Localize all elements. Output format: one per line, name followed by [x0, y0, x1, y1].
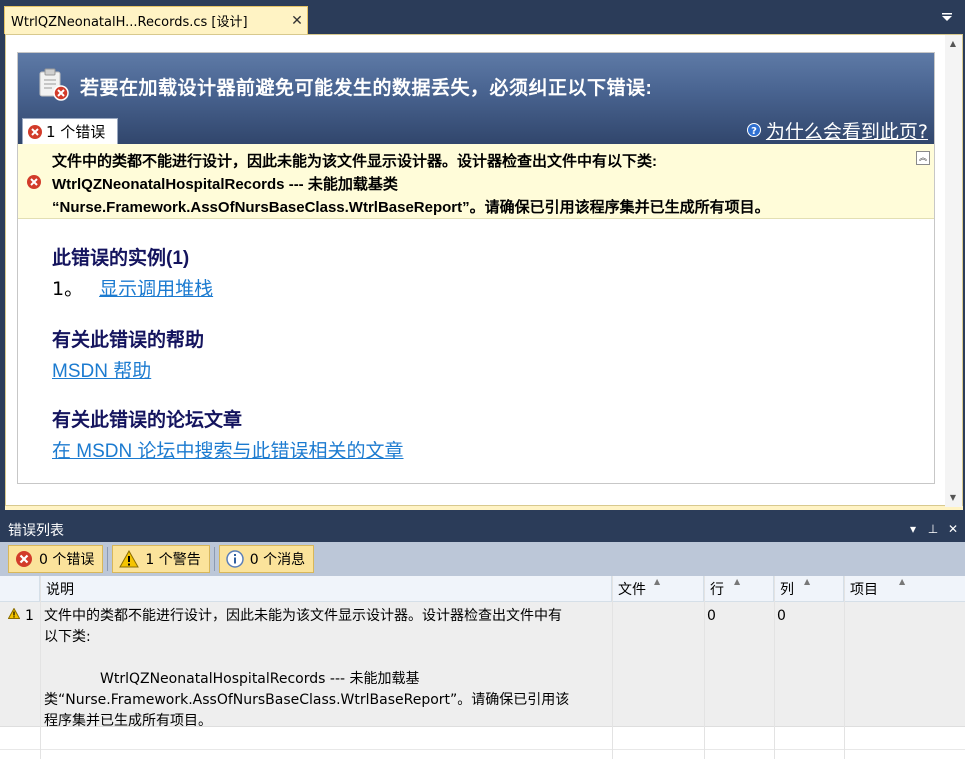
- row-description-line: 以下类:: [44, 629, 91, 645]
- instance-number: 1。: [52, 278, 84, 300]
- column-line-label: 行: [710, 582, 724, 598]
- error-panel-title: 若要在加载设计器前避免可能发生的数据丢失，必须纠正以下错误:: [80, 78, 653, 99]
- msdn-forum-link[interactable]: 在 MSDN 论坛中搜索与此错误相关的文章: [52, 436, 404, 463]
- error-list-title: 错误列表: [8, 523, 64, 539]
- error-icon: [28, 124, 42, 139]
- column-header-project[interactable]: ▲ 项目: [844, 576, 965, 602]
- row-line: 0: [707, 608, 716, 624]
- column-header-line[interactable]: ▲ 行: [704, 576, 774, 602]
- sort-arrow-icon: ▲: [654, 577, 661, 586]
- errors-filter-button[interactable]: 0 个错误: [8, 545, 104, 573]
- collapse-icon[interactable]: ︽: [916, 151, 930, 165]
- forum-title: 有关此错误的论坛文章: [52, 410, 243, 431]
- warnings-filter-button[interactable]: 1 个警告: [112, 545, 210, 573]
- error-message-line: 文件中的类都不能进行设计，因此未能为该文件显示设计器。设计器检查出文件中有以下类…: [52, 153, 657, 170]
- error-count-label: 1 个错误: [46, 123, 106, 141]
- warnings-filter-label: 1 个警告: [145, 552, 201, 568]
- designer-area: 若要在加载设计器前避免可能发生的数据丢失，必须纠正以下错误: 1 个错误 ? 为…: [5, 34, 963, 510]
- document-tab-label: WtrlQZNeonatalH...Records.cs [设计]: [11, 15, 248, 30]
- help-title: 有关此错误的帮助: [52, 330, 205, 351]
- toolbar-separator: [213, 547, 215, 571]
- column-header-icon[interactable]: [0, 576, 40, 602]
- grid-divider: [844, 576, 845, 759]
- error-message-box: 文件中的类都不能进行设计，因此未能为该文件显示设计器。设计器检查出文件中有以下类…: [18, 144, 934, 219]
- error-message-line: “Nurse.Framework.AssOfNursBaseClass.Wtrl…: [52, 199, 770, 216]
- sort-arrow-icon: ▲: [734, 577, 741, 586]
- row-description: 文件中的类都不能进行设计，因此未能为该文件显示设计器。设计器检查出文件中有 以下…: [44, 606, 610, 732]
- error-panel: 若要在加载设计器前避免可能发生的数据丢失，必须纠正以下错误: 1 个错误 ? 为…: [17, 52, 935, 484]
- messages-filter-label: 0 个消息: [249, 552, 306, 568]
- column-file-label: 文件: [618, 582, 646, 598]
- instances-section: 此错误的实例(1) 1。 显示调用堆栈: [52, 243, 213, 301]
- column-column-label: 列: [780, 582, 794, 598]
- vertical-scrollbar[interactable]: ▲ ▼: [945, 35, 962, 507]
- error-count-tab[interactable]: 1 个错误: [22, 118, 118, 144]
- error-message-line: WtrlQZNeonatalHospitalRecords --- 未能加载基类: [52, 176, 398, 193]
- document-tab[interactable]: WtrlQZNeonatalH...Records.cs [设计] ✕: [4, 6, 308, 34]
- grid-divider: [704, 576, 705, 759]
- error-list-toolbar: 0 个错误 1 个警告 0 个消息: [0, 542, 965, 576]
- row-description-line: [44, 648, 610, 669]
- column-project-label: 项目: [850, 582, 878, 598]
- sort-arrow-icon: ▲: [899, 577, 906, 586]
- grid-header: 说明 ▲ 文件 ▲ 行 ▲ 列 ▲ 项目: [0, 576, 965, 602]
- help-section: 有关此错误的帮助 MSDN 帮助: [52, 325, 204, 383]
- instances-title: 此错误的实例(1): [52, 248, 190, 269]
- forum-section: 有关此错误的论坛文章 在 MSDN 论坛中搜索与此错误相关的文章: [52, 405, 404, 463]
- info-icon: [225, 550, 244, 568]
- help-icon: ?: [746, 123, 761, 137]
- designer-surface: 若要在加载设计器前避免可能发生的数据丢失，必须纠正以下错误: 1 个错误 ? 为…: [5, 34, 963, 507]
- msdn-help-link[interactable]: MSDN 帮助: [52, 356, 204, 383]
- clipboard-error-icon: [39, 68, 69, 101]
- row-column: 0: [777, 608, 786, 624]
- pin-icon[interactable]: ⊥: [926, 522, 940, 536]
- close-icon[interactable]: ✕: [946, 522, 960, 536]
- row-description-line: WtrlQZNeonatalHospitalRecords --- 未能加载基: [100, 671, 420, 687]
- show-call-stack-link[interactable]: 显示调用堆栈: [99, 274, 213, 301]
- scroll-up-icon[interactable]: ▲: [948, 39, 958, 49]
- column-description-label: 说明: [46, 582, 74, 598]
- why-link-text[interactable]: 为什么会看到此页?: [766, 117, 928, 144]
- column-header-column[interactable]: ▲ 列: [774, 576, 844, 602]
- scroll-down-icon[interactable]: ▼: [948, 493, 958, 503]
- grid-divider: [40, 576, 41, 759]
- column-header-file[interactable]: ▲ 文件: [612, 576, 704, 602]
- column-header-description[interactable]: 说明: [40, 576, 612, 602]
- svg-text:?: ?: [751, 126, 757, 137]
- toolbar-separator: [107, 547, 109, 571]
- row-description-line: 文件中的类都不能进行设计，因此未能为该文件显示设计器。设计器检查出文件中有: [44, 608, 562, 624]
- document-tab-strip: WtrlQZNeonatalH...Records.cs [设计] ✕: [0, 0, 965, 34]
- empty-row: [0, 728, 965, 750]
- error-list-titlebar: 错误列表 ▾ ⊥ ✕: [0, 518, 965, 542]
- table-row[interactable]: 1 文件中的类都不能进行设计，因此未能为该文件显示设计器。设计器检查出文件中有 …: [0, 602, 965, 729]
- warning-icon: [119, 550, 140, 568]
- error-icon: [27, 175, 41, 189]
- dropdown-arrow-icon[interactable]: [940, 10, 954, 24]
- error-panel-header: 若要在加载设计器前避免可能发生的数据丢失，必须纠正以下错误: 1 个错误 ? 为…: [18, 53, 934, 144]
- why-link[interactable]: ? 为什么会看到此页?: [746, 117, 928, 144]
- window-menu-icon[interactable]: ▾: [906, 522, 920, 536]
- errors-filter-label: 0 个错误: [39, 552, 95, 568]
- error-list-grid: 说明 ▲ 文件 ▲ 行 ▲ 列 ▲ 项目 1 文件中的类都不能进行设计，因此未能…: [0, 576, 965, 759]
- messages-filter-button[interactable]: 0 个消息: [218, 545, 315, 573]
- grid-divider: [612, 576, 613, 759]
- row-description-line: 类“Nurse.Framework.AssOfNursBaseClass.Wtr…: [44, 692, 570, 708]
- sort-arrow-icon: ▲: [804, 577, 811, 586]
- warning-icon: [8, 608, 20, 619]
- close-icon[interactable]: ✕: [287, 13, 307, 29]
- row-number: 1: [25, 608, 34, 624]
- grid-divider: [774, 576, 775, 759]
- instance-item: 1。 显示调用堆栈: [52, 274, 213, 301]
- error-message-text: 文件中的类都不能进行设计，因此未能为该文件显示设计器。设计器检查出文件中有以下类…: [52, 150, 912, 219]
- error-icon: [16, 551, 32, 567]
